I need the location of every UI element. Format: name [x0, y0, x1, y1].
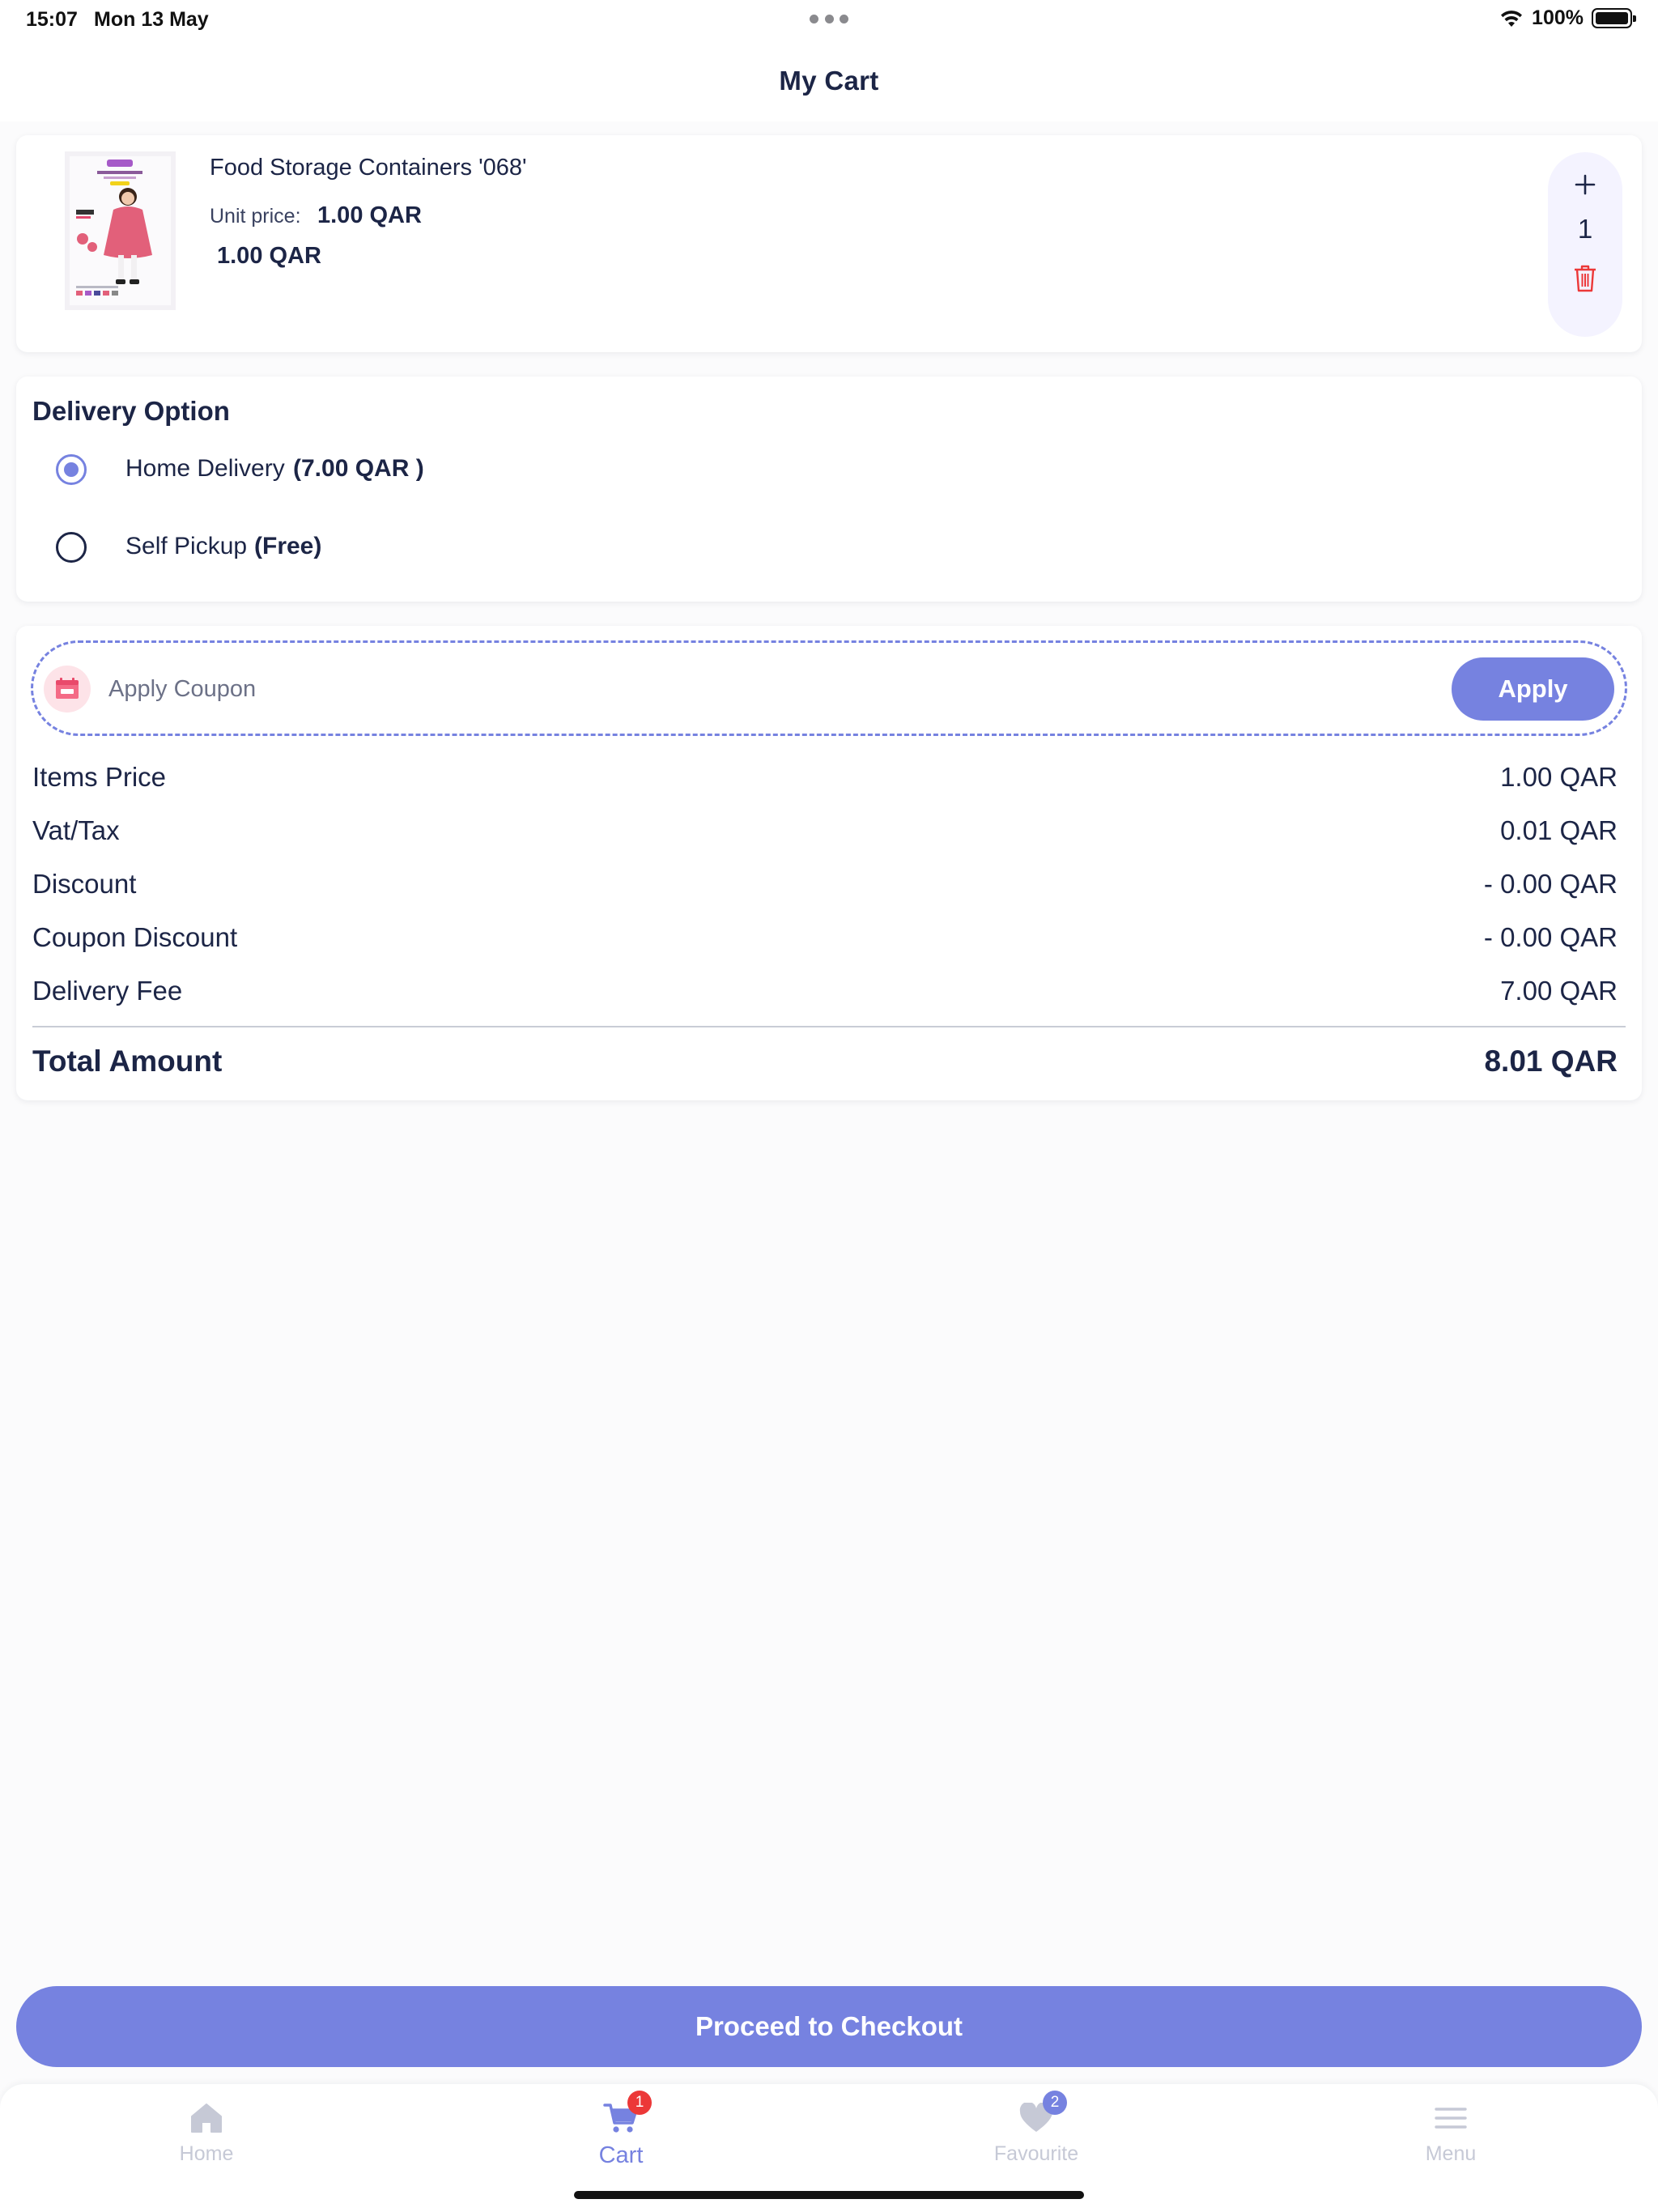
summary-divider	[32, 1026, 1626, 1027]
wifi-icon	[1501, 10, 1523, 27]
unit-price-label: Unit price:	[210, 205, 301, 228]
items-price-value: 1.00 QAR	[1500, 762, 1618, 792]
tab-cart[interactable]: 1 Cart	[524, 2091, 718, 2172]
home-delivery-price: (7.00 QAR )	[293, 455, 424, 482]
coupon-input[interactable]	[108, 669, 1404, 709]
coupon-icon	[44, 666, 91, 713]
status-indicators: 100%	[1499, 6, 1636, 30]
increase-quantity-button[interactable]	[1567, 167, 1603, 202]
page-title: My Cart	[779, 66, 879, 96]
cart-badge: 1	[627, 2091, 652, 2115]
page-header: My Cart	[0, 40, 1658, 121]
home-icon	[187, 2099, 226, 2138]
home-delivery-label[interactable]: Home Delivery	[125, 455, 285, 483]
delivery-option-title: Delivery Option	[32, 396, 230, 426]
quantity-stepper: 1	[1548, 152, 1622, 337]
quantity-value: 1	[1577, 214, 1593, 244]
tab-menu-label: Menu	[1425, 2142, 1477, 2165]
status-bar: 15:07 Mon 13 May 100%	[0, 0, 1658, 40]
apply-coupon-button[interactable]: Apply	[1452, 657, 1614, 721]
total-amount-label: Total Amount	[32, 1044, 223, 1078]
total-amount-value: 8.01 QAR	[1484, 1044, 1618, 1078]
trash-icon	[1575, 265, 1596, 292]
product-name[interactable]: Food Storage Containers '068'	[210, 155, 527, 181]
home-delivery-radio[interactable]	[56, 454, 87, 485]
tab-favourite-label: Favourite	[993, 2142, 1079, 2165]
product-thumbnail[interactable]	[65, 151, 176, 310]
tab-home[interactable]: Home	[109, 2099, 304, 2172]
status-time: 15:07	[26, 8, 78, 31]
discount-label: Discount	[32, 869, 137, 899]
battery-percent: 100%	[1532, 6, 1584, 29]
discount-value: - 0.00 QAR	[1483, 869, 1618, 899]
heart-icon: 2	[1017, 2091, 1067, 2138]
coupon-discount-value: - 0.00 QAR	[1483, 922, 1618, 952]
tab-home-label: Home	[179, 2142, 234, 2165]
vat-tax-label: Vat/Tax	[32, 815, 120, 845]
self-pickup-price: (Free)	[254, 533, 322, 559]
items-price-label: Items Price	[32, 762, 167, 792]
multitasking-dots-icon[interactable]	[810, 15, 848, 24]
unit-price-value: 1.00 QAR	[317, 202, 422, 228]
self-pickup-radio[interactable]	[56, 532, 87, 563]
coupon-discount-label: Coupon Discount	[32, 922, 238, 952]
menu-icon	[1431, 2099, 1470, 2138]
delivery-fee-label: Delivery Fee	[32, 976, 183, 1006]
product-image-icon	[65, 151, 176, 310]
favourite-badge: 2	[1043, 2091, 1067, 2115]
tab-cart-label: Cart	[598, 2142, 644, 2168]
battery-icon	[1592, 8, 1636, 28]
delivery-fee-value: 7.00 QAR	[1500, 976, 1618, 1006]
tab-favourite[interactable]: 2 Favourite	[939, 2091, 1133, 2172]
remove-item-button[interactable]	[1567, 261, 1603, 296]
plus-icon	[1575, 174, 1596, 195]
home-indicator	[574, 2191, 1084, 2199]
tab-menu[interactable]: Menu	[1354, 2099, 1548, 2172]
proceed-to-checkout-button[interactable]: Proceed to Checkout	[16, 1986, 1642, 2067]
line-total: 1.00 QAR	[217, 243, 321, 269]
vat-tax-value: 0.01 QAR	[1500, 815, 1618, 845]
cart-icon: 1	[602, 2091, 652, 2138]
self-pickup-label[interactable]: Self Pickup	[125, 533, 247, 560]
status-date: Mon 13 May	[94, 8, 209, 31]
delivery-option-card	[16, 376, 1642, 602]
